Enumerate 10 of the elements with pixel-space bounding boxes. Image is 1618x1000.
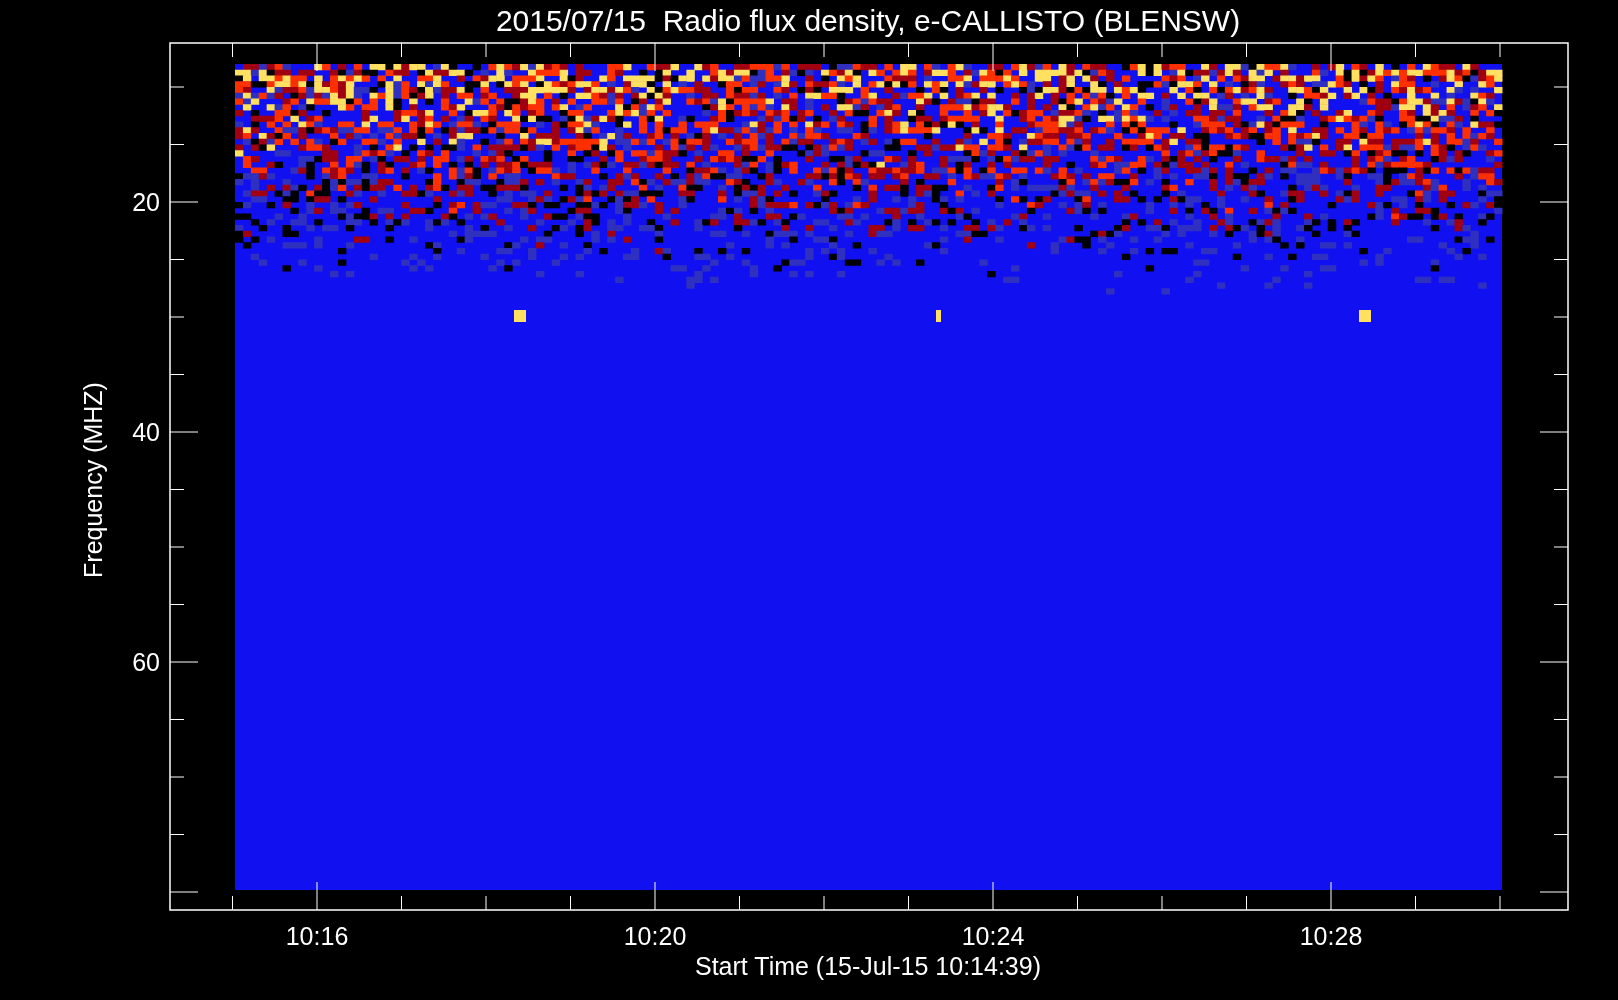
x-tick-label: 10:16 xyxy=(285,922,349,950)
x-tick-label: 10:24 xyxy=(961,922,1025,950)
x-tick-label: 10:20 xyxy=(623,922,687,950)
x-tick-label: 10:28 xyxy=(1299,922,1363,950)
y-tick-label: 40 xyxy=(132,418,160,446)
x-axis-label: Start Time (15-Jul-15 10:14:39) xyxy=(695,952,1041,980)
y-tick-label: 60 xyxy=(132,648,160,676)
chart-title: 2015/07/15 Radio flux density, e-CALLISTO (BLENSW) xyxy=(495,4,1241,37)
y-tick-label: 20 xyxy=(132,188,160,216)
y-axis-label: Frequency (MHZ) xyxy=(79,382,107,578)
